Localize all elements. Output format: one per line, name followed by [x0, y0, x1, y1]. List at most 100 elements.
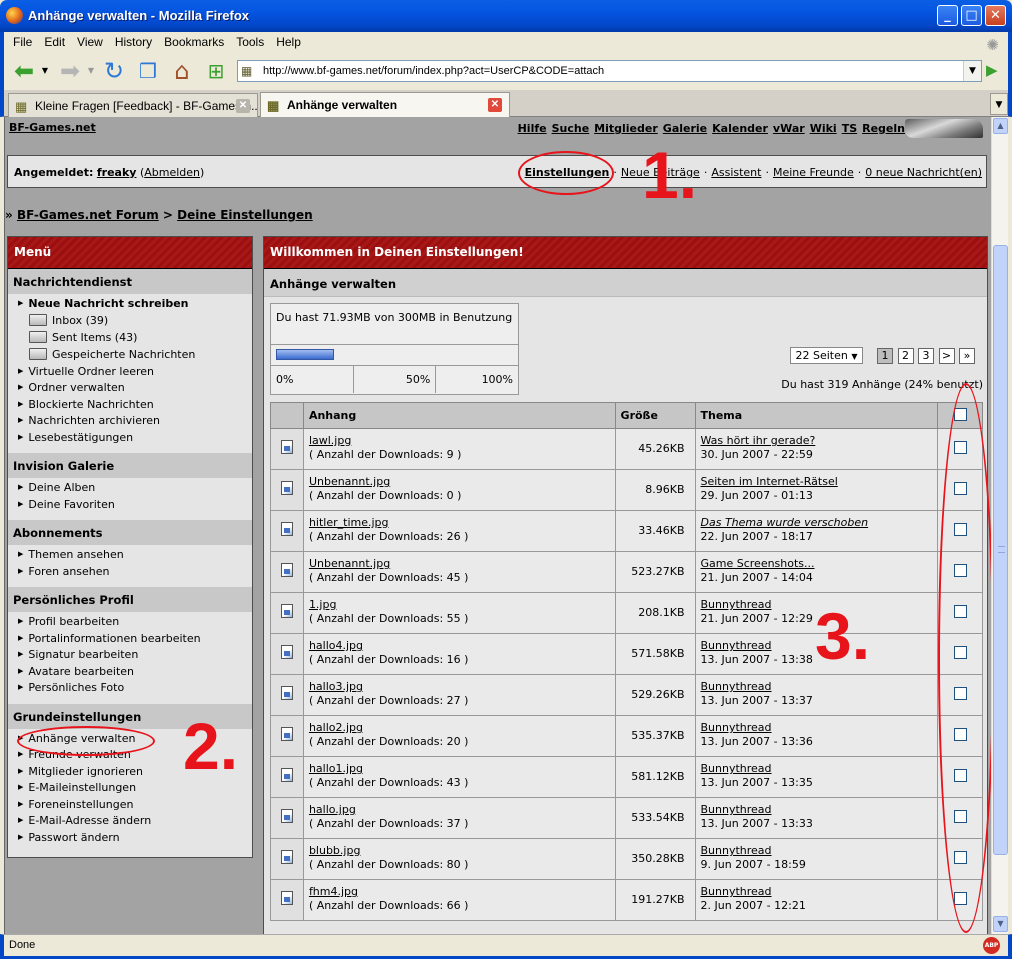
header-size[interactable]: Größe: [614, 402, 696, 429]
tab-kleine-fragen[interactable]: ▦ Kleine Fragen [Feedback] - BF-Games.n.…: [8, 93, 258, 117]
page-1-button[interactable]: 1: [877, 348, 893, 364]
address-bar[interactable]: ▦ http://www.bf-games.net/forum/index.ph…: [237, 60, 982, 82]
menu-item-new-message[interactable]: ▶ Neue Nachricht schreiben: [8, 297, 252, 314]
topic-link[interactable]: Bunnythread: [701, 639, 772, 652]
attachment-link[interactable]: blubb.jpg: [309, 844, 361, 857]
menu-item-saved-messages[interactable]: Gespeicherte Nachrichten: [8, 347, 252, 365]
scrollbar-thumb[interactable]: [993, 245, 1008, 855]
attachment-link[interactable]: hallo3.jpg: [309, 680, 363, 693]
attachment-link[interactable]: hitler_time.jpg: [309, 516, 389, 529]
forward-arrow-icon[interactable]: ➡: [56, 56, 84, 86]
top-link-suche[interactable]: Suche: [552, 122, 590, 135]
topic-link[interactable]: Bunnythread: [701, 803, 772, 816]
top-link-regeln[interactable]: Regeln: [862, 122, 905, 135]
my-friends-link[interactable]: Meine Freunde: [773, 166, 854, 179]
menu-file[interactable]: File: [10, 32, 35, 52]
top-link-vwar[interactable]: vWar: [773, 122, 805, 135]
menu-item-edit-signature[interactable]: ▶ Signatur bearbeiten: [8, 648, 252, 665]
topic-link[interactable]: Bunnythread: [701, 844, 772, 857]
menu-view[interactable]: View: [74, 32, 106, 52]
menu-item-personal-photo[interactable]: ▶ Persönliches Foto: [8, 681, 252, 698]
menu-item-change-password[interactable]: ▶ Passwort ändern: [8, 831, 252, 848]
menu-item-edit-profile[interactable]: ▶ Profil bearbeiten: [8, 615, 252, 632]
topic-link[interactable]: Bunnythread: [701, 598, 772, 611]
attachment-link[interactable]: Unbenannt.jpg: [309, 557, 390, 570]
header-topic[interactable]: Thema: [694, 402, 939, 429]
forward-history-dropdown-icon[interactable]: ▼: [86, 56, 96, 86]
menu-tools[interactable]: Tools: [233, 32, 267, 52]
header-attachment[interactable]: Anhang: [302, 402, 616, 429]
topic-link[interactable]: Das Thema wurde verschoben: [701, 516, 869, 529]
page-2-button[interactable]: 2: [897, 348, 914, 364]
menu-item-edit-avatars[interactable]: ▶ Avatare bearbeiten: [8, 665, 252, 682]
top-link-hilfe[interactable]: Hilfe: [518, 122, 547, 135]
url-history-dropdown-icon[interactable]: ▼: [963, 61, 981, 81]
bookmark-icon[interactable]: ❒: [134, 56, 162, 86]
forum-site-title[interactable]: BF-Games.net: [9, 121, 96, 134]
last-page-button[interactable]: »: [959, 348, 975, 364]
menu-item-email-settings[interactable]: ▶ E-Maileinstellungen: [8, 781, 252, 798]
attachment-link[interactable]: hallo4.jpg: [309, 639, 363, 652]
menu-item-view-forums[interactable]: ▶ Foren ansehen: [8, 565, 252, 582]
menu-item-empty-virtual-folders[interactable]: ▶ Virtuelle Ordner leeren: [8, 365, 252, 382]
pages-dropdown[interactable]: 22 Seiten ▼: [790, 347, 863, 364]
top-link-kalender[interactable]: Kalender: [712, 122, 768, 135]
menu-item-my-albums[interactable]: ▶ Deine Alben: [8, 481, 252, 498]
topic-link[interactable]: Bunnythread: [701, 885, 772, 898]
attachment-link[interactable]: hallo1.jpg: [309, 762, 363, 775]
window-title-bar[interactable]: Anhänge verwalten - Mozilla Firefox _ □ …: [0, 0, 1012, 32]
breadcrumb-current[interactable]: Deine Einstellungen: [177, 208, 313, 222]
reload-icon[interactable]: ↻: [100, 56, 128, 86]
username-link[interactable]: freaky: [97, 166, 137, 179]
menu-item-blocked-messages[interactable]: ▶ Blockierte Nachrichten: [8, 398, 252, 415]
topic-link[interactable]: Bunnythread: [701, 762, 772, 775]
attachment-link[interactable]: fhm4.jpg: [309, 885, 358, 898]
list-all-tabs-icon[interactable]: ▼: [990, 93, 1008, 115]
topic-link[interactable]: Bunnythread: [701, 680, 772, 693]
close-window-button[interactable]: ✕: [985, 5, 1006, 26]
menu-edit[interactable]: Edit: [41, 32, 68, 52]
go-arrow-icon[interactable]: ▶: [986, 61, 998, 79]
assistant-link[interactable]: Assistent: [711, 166, 761, 179]
adblock-plus-icon[interactable]: ABP: [983, 937, 1000, 954]
tab-close-icon[interactable]: ✕: [488, 98, 502, 112]
home-icon[interactable]: ⌂: [168, 56, 196, 86]
menu-item-manage-folders[interactable]: ▶ Ordner verwalten: [8, 381, 252, 398]
attachment-link[interactable]: Unbenannt.jpg: [309, 475, 390, 488]
scroll-up-icon[interactable]: ▲: [993, 118, 1008, 134]
menu-item-read-receipts[interactable]: ▶ Lesebestätigungen: [8, 431, 252, 448]
menu-item-view-topics[interactable]: ▶ Themen ansehen: [8, 548, 252, 565]
topic-link[interactable]: Was hört ihr gerade?: [701, 434, 816, 447]
tab-anhaenge-verwalten[interactable]: ▦ Anhänge verwalten ✕: [260, 92, 510, 118]
topic-link[interactable]: Seiten im Internet-Rätsel: [701, 475, 838, 488]
breadcrumb-home[interactable]: BF-Games.net Forum: [17, 208, 159, 222]
new-tab-icon[interactable]: ⊞: [202, 56, 230, 86]
minimize-button[interactable]: _: [937, 5, 958, 26]
topic-link[interactable]: Game Screenshots...: [701, 557, 815, 570]
menu-history[interactable]: History: [112, 32, 155, 52]
back-history-dropdown-icon[interactable]: ▼: [40, 56, 50, 86]
maximize-button[interactable]: □: [961, 5, 982, 26]
menu-item-change-email[interactable]: ▶ E-Mail-Adresse ändern: [8, 814, 252, 831]
back-arrow-icon[interactable]: ⬅: [10, 56, 38, 86]
attachment-link[interactable]: hallo2.jpg: [309, 721, 363, 734]
menu-item-sent-items[interactable]: Sent Items (43): [8, 330, 252, 348]
vertical-scrollbar[interactable]: ▲ ▼: [991, 117, 1008, 934]
tab-close-icon[interactable]: ✕: [236, 99, 250, 113]
menu-item-inbox[interactable]: Inbox (39): [8, 313, 252, 331]
menu-item-archive-messages[interactable]: ▶ Nachrichten archivieren: [8, 414, 252, 431]
menu-item-my-favorites[interactable]: ▶ Deine Favoriten: [8, 498, 252, 515]
scroll-down-icon[interactable]: ▼: [993, 916, 1008, 932]
top-link-ts[interactable]: TS: [842, 122, 857, 135]
top-link-mitglieder[interactable]: Mitglieder: [594, 122, 658, 135]
page-3-button[interactable]: 3: [918, 348, 934, 364]
new-messages-link[interactable]: 0 neue Nachricht(en): [865, 166, 982, 179]
menu-help[interactable]: Help: [273, 32, 304, 52]
menu-bookmarks[interactable]: Bookmarks: [161, 32, 227, 52]
top-link-wiki[interactable]: Wiki: [810, 122, 837, 135]
logout-link[interactable]: Abmelden: [144, 166, 200, 179]
menu-item-edit-portal-info[interactable]: ▶ Portalinformationen bearbeiten: [8, 632, 252, 649]
attachment-link[interactable]: hallo.jpg: [309, 803, 356, 816]
next-page-button[interactable]: >: [938, 348, 955, 364]
attachment-link[interactable]: lawl.jpg: [309, 434, 351, 447]
